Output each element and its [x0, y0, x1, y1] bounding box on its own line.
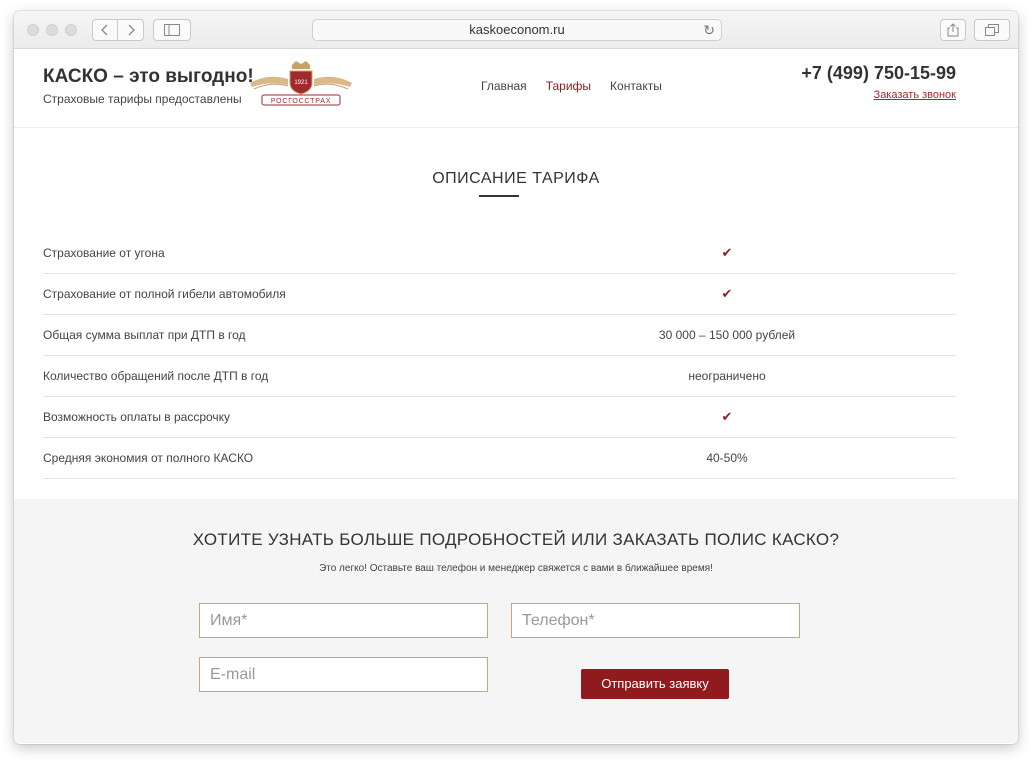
address-bar[interactable]: kaskoeconom.ru ↻ — [312, 19, 722, 41]
form-subtitle: Это легко! Оставьте ваш телефон и менедж… — [319, 563, 713, 574]
sidebar-toggle-button[interactable] — [153, 19, 191, 41]
checkmark-icon: ✔ — [721, 245, 733, 260]
site-header: КАСКО – это выгодно! Страховые тарифы пр… — [14, 49, 1018, 128]
sidebar-icon — [164, 24, 180, 36]
rosgosstrakh-logo[interactable]: 1921 РОСГОССТРАХ — [248, 59, 354, 107]
tariff-section: ОПИСАНИЕ ТАРИФА Страхование от угона ✔ С… — [14, 128, 1018, 499]
tariff-row-value: неограничено — [688, 369, 766, 383]
chevron-right-icon — [128, 24, 135, 36]
tariff-row: Возможность оплаты в рассрочку ✔ — [43, 397, 956, 438]
tariff-row: Количество обращений после ДТП в год нео… — [43, 356, 956, 397]
reload-icon[interactable]: ↻ — [703, 20, 715, 40]
window-controls — [27, 24, 77, 36]
share-button[interactable] — [940, 19, 966, 41]
chevron-left-icon — [101, 24, 108, 36]
browser-window: kaskoeconom.ru ↻ КАСКО – это выгодно! Ст… — [14, 11, 1018, 744]
browser-toolbar: kaskoeconom.ru ↻ — [14, 11, 1018, 49]
tabs-overview-button[interactable] — [974, 19, 1010, 41]
nav-link-tariffs[interactable]: Тарифы — [546, 79, 591, 93]
tariff-title: ОПИСАНИЕ ТАРИФА — [432, 170, 600, 187]
logo-year: 1921 — [294, 80, 308, 86]
checkmark-icon: ✔ — [721, 286, 733, 301]
nav-link-home[interactable]: Главная — [481, 79, 527, 93]
site-title: КАСКО – это выгодно! — [43, 66, 254, 87]
tariff-table: Страхование от угона ✔ Страхование от по… — [43, 233, 956, 479]
tabs-icon — [985, 24, 999, 36]
tariff-row: Страхование от угона ✔ — [43, 233, 956, 274]
share-icon — [947, 23, 959, 37]
tariff-row-label: Страхование от полной гибели автомобиля — [43, 287, 286, 301]
checkmark-icon: ✔ — [721, 409, 733, 424]
tariff-row-label: Возможность оплаты в рассрочку — [43, 410, 231, 424]
form-title: ХОТИТЕ УЗНАТЬ БОЛЬШЕ ПОДРОБНОСТЕЙ ИЛИ ЗА… — [192, 530, 840, 549]
forward-button[interactable] — [118, 19, 144, 41]
tariff-row-label: Общая сумма выплат при ДТП в год — [43, 328, 246, 342]
tariff-row: Страхование от полной гибели автомобиля … — [43, 274, 956, 315]
nav-link-contacts[interactable]: Контакты — [610, 79, 662, 93]
tariff-row-value: 40-50% — [706, 451, 748, 465]
main-nav: Главная Тарифы Контакты — [481, 79, 662, 93]
tariff-row: Средняя экономия от полного КАСКО 40-50% — [43, 438, 956, 479]
tariff-row-label: Количество обращений после ДТП в год — [43, 369, 269, 383]
close-window-button[interactable] — [27, 24, 39, 36]
submit-button[interactable]: Отправить заявку — [581, 669, 729, 699]
email-input[interactable]: E-mail — [199, 657, 488, 692]
name-input[interactable]: Имя* — [199, 603, 488, 638]
site-subtitle: Страховые тарифы предоставлены — [43, 92, 242, 106]
tariff-row-label: Страхование от угона — [43, 246, 165, 260]
callback-link[interactable]: Заказать звонок — [874, 89, 956, 101]
history-buttons — [92, 19, 144, 41]
order-form-section: ХОТИТЕ УЗНАТЬ БОЛЬШЕ ПОДРОБНОСТЕЙ ИЛИ ЗА… — [14, 499, 1018, 743]
tariff-row: Общая сумма выплат при ДТП в год 30 000 … — [43, 315, 956, 356]
title-underline — [479, 195, 519, 197]
address-url: kaskoeconom.ru — [469, 22, 565, 37]
zoom-window-button[interactable] — [65, 24, 77, 36]
tariff-row-value: 30 000 – 150 000 рублей — [658, 328, 796, 342]
phone-input[interactable]: Телефон* — [511, 603, 800, 638]
logo-text: РОСГОССТРАХ — [271, 98, 331, 105]
phone-number[interactable]: +7 (499) 750-15-99 — [801, 63, 956, 84]
back-button[interactable] — [92, 19, 118, 41]
minimize-window-button[interactable] — [46, 24, 58, 36]
tariff-row-label: Средняя экономия от полного КАСКО — [43, 451, 254, 465]
